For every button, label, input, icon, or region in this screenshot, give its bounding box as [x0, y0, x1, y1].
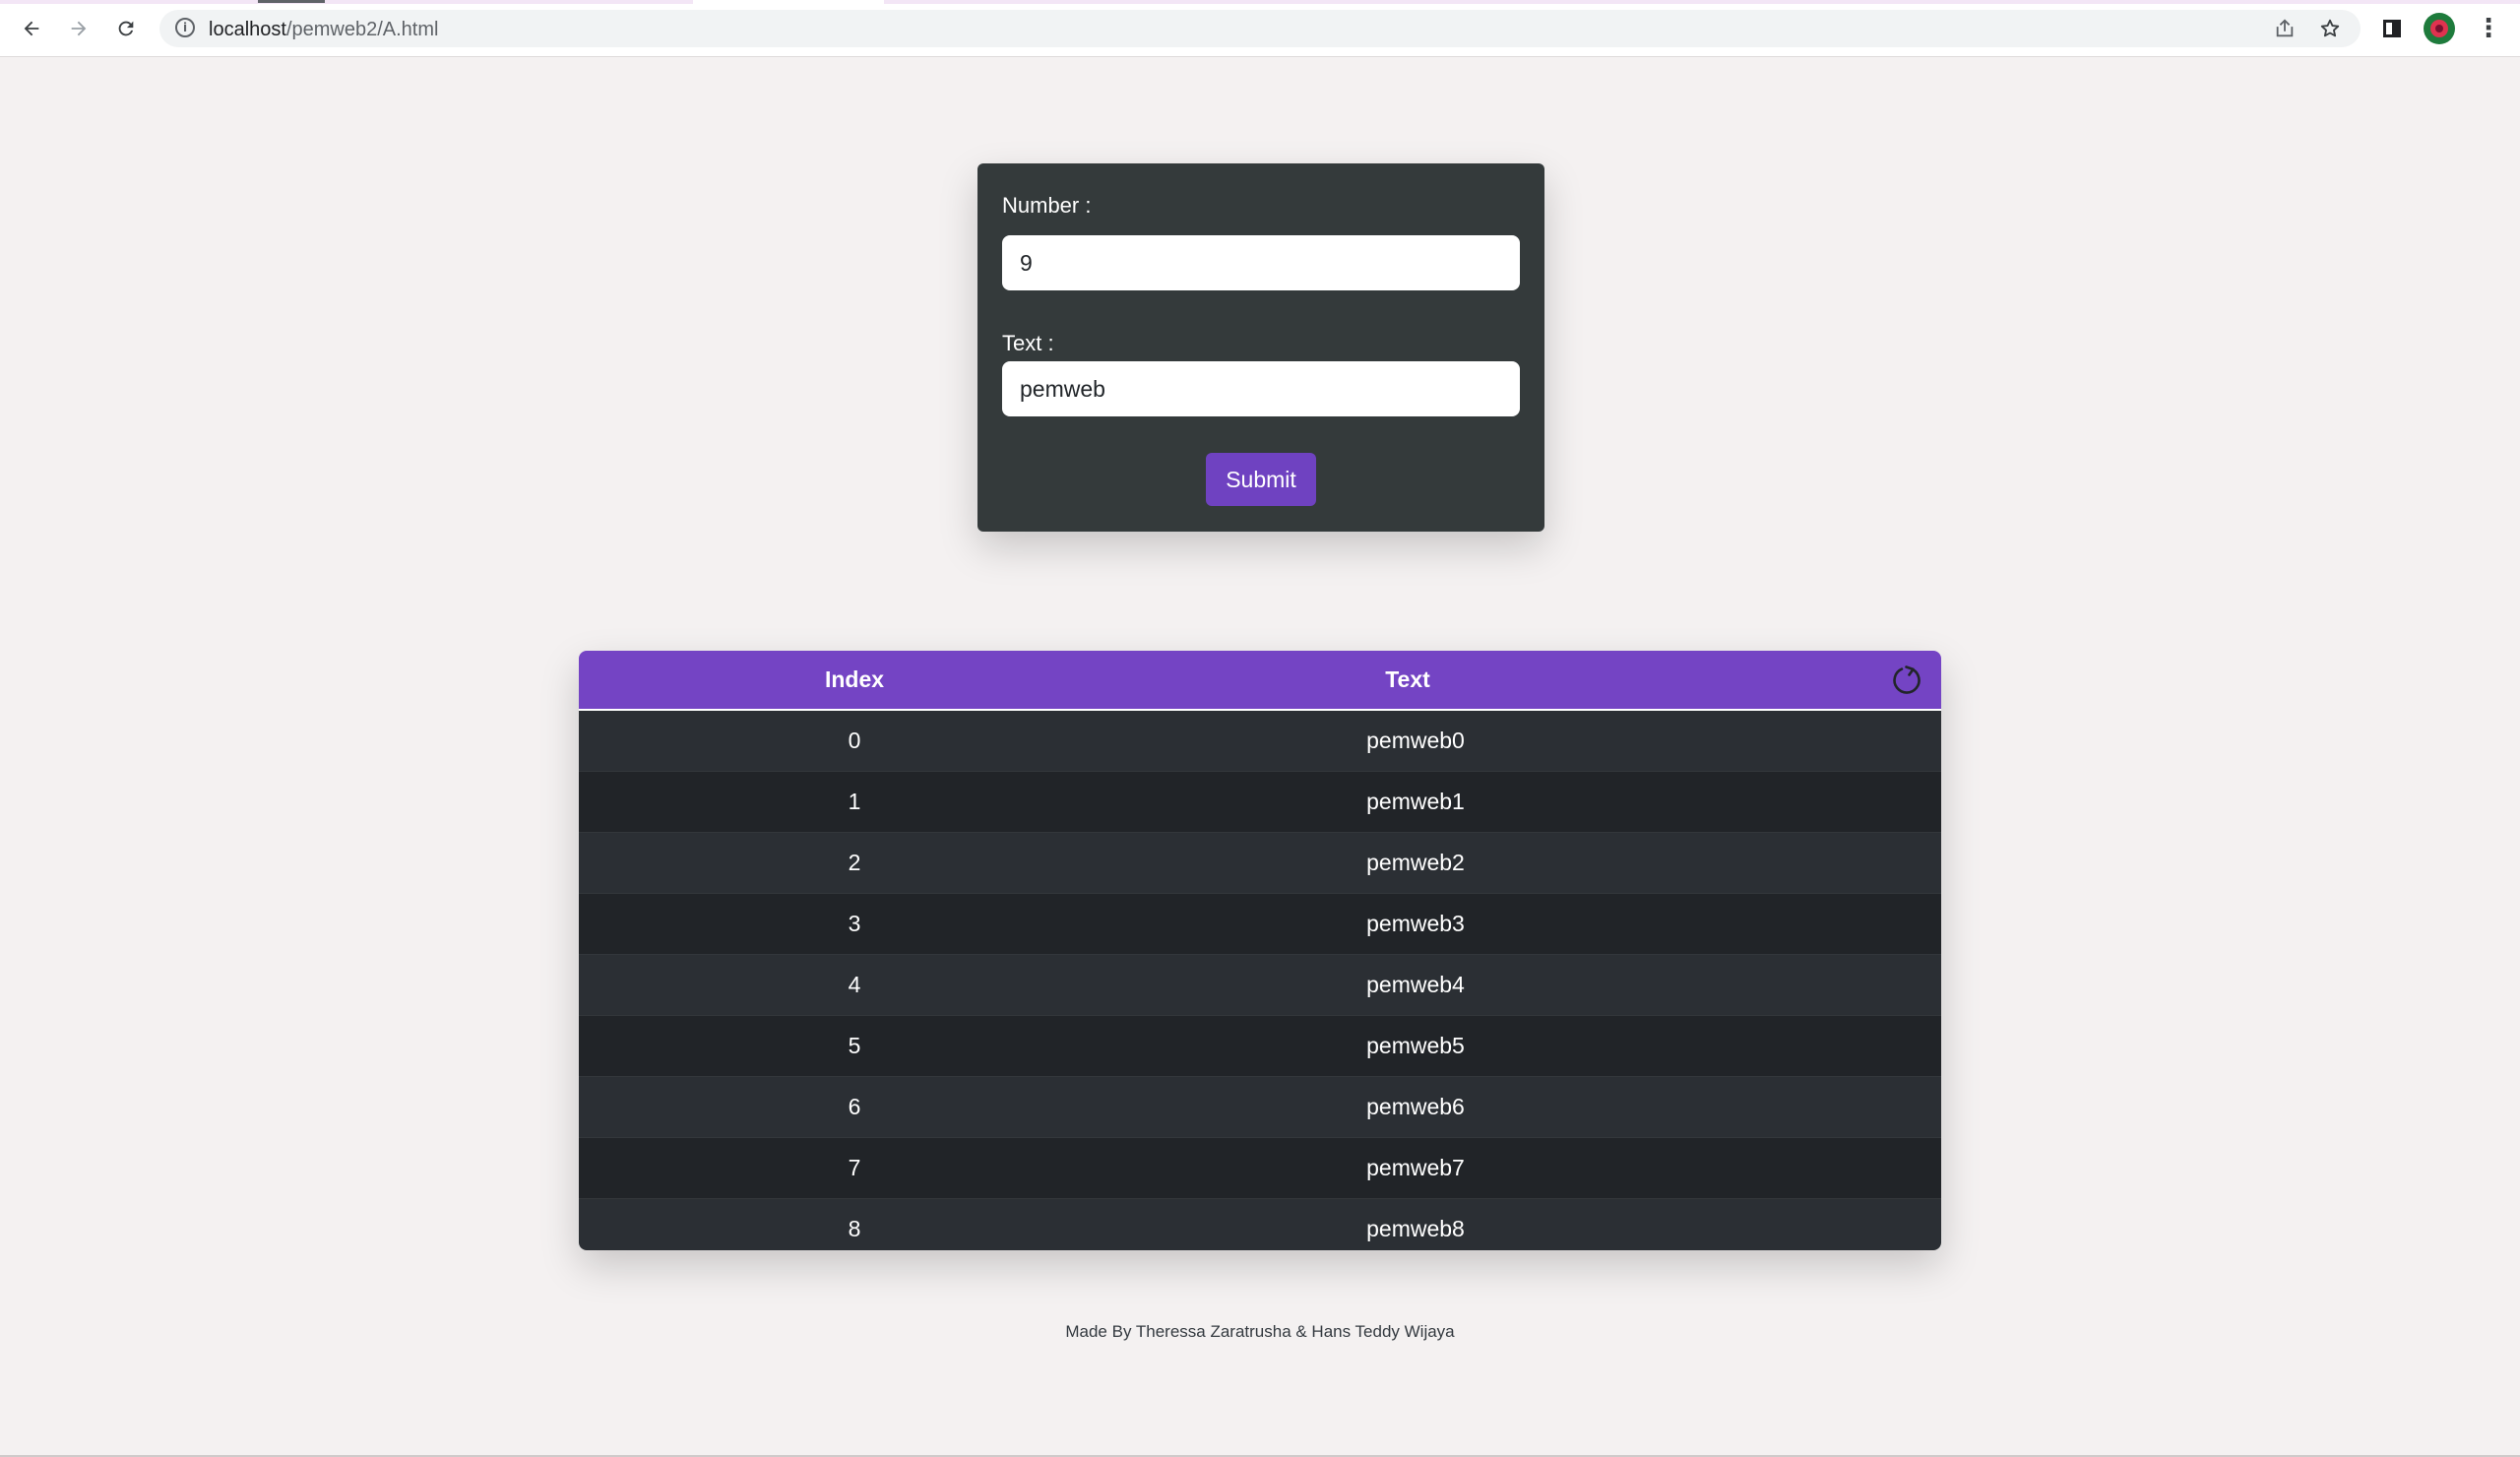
back-icon — [24, 21, 39, 36]
row-text: pemweb2 — [1366, 850, 1465, 875]
tab-strip-edge — [0, 0, 2520, 4]
active-tab-indicator — [258, 0, 325, 3]
number-input[interactable] — [1002, 235, 1520, 290]
url-host: localhost — [209, 19, 286, 40]
share-glyph — [2276, 19, 2294, 37]
row-index: 0 — [848, 728, 861, 753]
url-text[interactable]: localhost/pemweb2/A.html — [209, 19, 438, 41]
address-bar[interactable]: i localhost/pemweb2/A.html — [159, 10, 2361, 47]
url-path: /pemweb2/A.html — [285, 19, 439, 40]
row-index: 3 — [848, 911, 861, 936]
row-text: pemweb6 — [1366, 1094, 1465, 1119]
text-column-header: Text — [1385, 666, 1430, 692]
row-index: 6 — [848, 1094, 861, 1119]
table-row: 2 pemweb2 — [579, 833, 1941, 894]
table-row: 7 pemweb7 — [579, 1138, 1941, 1199]
profile-button[interactable] — [2424, 13, 2455, 44]
forward-button[interactable] — [59, 12, 98, 45]
row-index: 1 — [848, 789, 861, 814]
footer-credit: Made By Theressa Zaratrusha & Hans Teddy… — [1065, 1322, 1455, 1341]
input-form: Number : Text : Submit — [977, 163, 1544, 532]
forward-icon — [71, 21, 87, 36]
info-icon[interactable]: i — [175, 18, 195, 37]
text-input[interactable] — [1002, 361, 1520, 416]
row-text: pemweb4 — [1366, 972, 1465, 997]
browser-toolbar: i localhost/pemweb2/A.html ⋮ — [0, 0, 2520, 57]
number-label: Number : — [1002, 193, 1092, 218]
row-index: 2 — [848, 850, 861, 875]
table-row: 5 pemweb5 — [579, 1016, 1941, 1077]
submit-button[interactable]: Submit — [1206, 453, 1316, 506]
more-menu-button[interactable]: ⋮ — [2473, 13, 2504, 44]
row-index: 4 — [848, 972, 861, 997]
index-column-header: Index — [824, 666, 885, 692]
results-table: Index Text 0 pemweb0 1 pemweb1 2 pemweb2… — [579, 651, 1941, 1250]
table-row: 4 pemweb4 — [579, 955, 1941, 1016]
table-header: Index Text — [579, 651, 1941, 711]
table-row: 8 pemweb8 — [579, 1199, 1941, 1250]
reload-icon — [118, 21, 134, 36]
table-row: 6 pemweb6 — [579, 1077, 1941, 1138]
side-panel-button[interactable] — [2376, 13, 2408, 44]
row-index: 8 — [848, 1216, 861, 1241]
tab-highlight — [693, 0, 884, 4]
row-text: pemweb3 — [1366, 911, 1465, 936]
row-text: pemweb1 — [1366, 789, 1465, 814]
table-row: 0 pemweb0 — [579, 711, 1941, 772]
bookmark-star-icon[interactable] — [2315, 14, 2345, 43]
row-text: pemweb7 — [1366, 1155, 1465, 1180]
refresh-button[interactable] — [1888, 661, 1927, 700]
more-menu-icon: ⋮ — [2476, 14, 2501, 43]
star-glyph — [2320, 19, 2340, 37]
profile-avatar — [2424, 13, 2455, 44]
table-row: 3 pemweb3 — [579, 894, 1941, 955]
row-index: 7 — [848, 1155, 861, 1180]
table-row: 1 pemweb1 — [579, 772, 1941, 833]
row-text: pemweb5 — [1366, 1033, 1465, 1058]
reload-button[interactable] — [106, 12, 146, 45]
row-text: pemweb0 — [1366, 728, 1465, 753]
refresh-icon — [1893, 665, 1921, 694]
share-icon[interactable] — [2270, 14, 2300, 43]
text-label: Text : — [1002, 331, 1054, 355]
row-text: pemweb8 — [1366, 1216, 1465, 1241]
side-panel-icon — [2383, 20, 2401, 37]
row-index: 5 — [848, 1033, 861, 1058]
back-button[interactable] — [12, 12, 51, 45]
